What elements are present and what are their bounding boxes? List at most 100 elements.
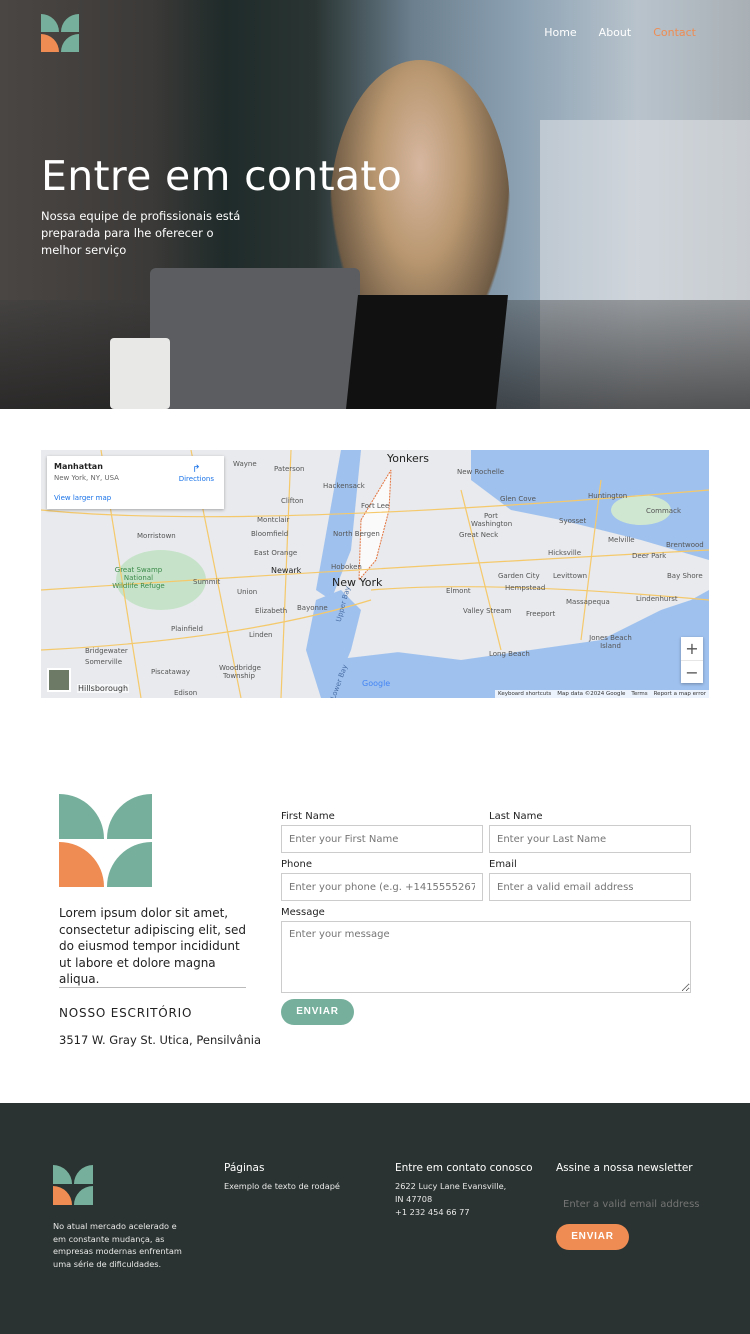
logo-shape [60, 14, 80, 33]
office-heading: NOSSO ESCRITÓRIO [59, 1006, 193, 1020]
footer: No atual mercado acelerado e em constant… [0, 1103, 750, 1334]
map-label: Melville [608, 536, 635, 544]
map-label: Summit [193, 578, 221, 586]
map-place-card: Manhattan New York, NY, USA View larger … [47, 456, 224, 509]
zoom-in-button[interactable]: + [681, 637, 703, 661]
footer-address-line1: 2622 Lucy Lane Evansville, [395, 1181, 507, 1191]
nav-contact[interactable]: Contact [653, 26, 696, 39]
hero-photo-laptop [150, 268, 360, 409]
map-embed[interactable]: Yonkers New Rochelle Paterson Wayne Hack… [41, 450, 709, 698]
map-label: East Orange [254, 549, 298, 557]
zoom-out-button[interactable]: − [681, 661, 703, 684]
map-label: Lindenhurst [636, 595, 678, 603]
map-label: Hempstead [505, 584, 546, 592]
map-label: Great Swamp National Wildlife Refuge [112, 566, 165, 590]
footer-about-text: No atual mercado acelerado e em constant… [53, 1221, 182, 1269]
map-label: Huntington [588, 492, 628, 500]
map-label: North Bergen [333, 530, 380, 538]
map-label: Levittown [553, 572, 588, 580]
first-name-input[interactable] [281, 825, 483, 853]
directions-button[interactable]: ↱ Directions [179, 464, 214, 483]
nav-about[interactable]: About [599, 26, 632, 39]
logo-shape [53, 1165, 73, 1185]
message-textarea[interactable] [281, 921, 691, 993]
map-label: Hoboken [331, 563, 362, 571]
footer-logo[interactable] [53, 1165, 93, 1205]
map-label: Bayonne [297, 604, 328, 612]
phone-input[interactable] [281, 873, 483, 901]
footer-pages-link[interactable]: Exemplo de texto de rodapé [224, 1180, 340, 1193]
map-label: Linden [249, 631, 273, 639]
map-label: New Rochelle [457, 468, 505, 476]
logo-shape [107, 794, 152, 839]
logo-shape [53, 1185, 73, 1205]
directions-icon: ↱ [192, 464, 201, 475]
map-label: Plainfield [171, 625, 203, 633]
map-label: Commack [646, 507, 681, 515]
map-label: Port Washington [471, 512, 513, 528]
newsletter-submit-button[interactable]: ENVIAR [556, 1224, 629, 1250]
map-label: Bay Shore [667, 572, 703, 580]
last-name-label: Last Name [489, 811, 543, 822]
logo[interactable] [41, 14, 80, 52]
email-label: Email [489, 859, 517, 870]
map-label: Great Neck [459, 531, 499, 539]
footer-address-line2: IN 47708 [395, 1194, 433, 1204]
map-attribution: Keyboard shortcuts Map data ©2024 Google… [494, 690, 709, 698]
logo-shape [41, 14, 60, 33]
hero-photo-screen [346, 295, 508, 409]
footer-pages-heading: Páginas [224, 1162, 265, 1174]
phone-label: Phone [281, 859, 312, 870]
logo-shape [59, 842, 104, 887]
main-nav: Home About Contact [544, 26, 696, 39]
newsletter-email-input[interactable] [556, 1193, 706, 1215]
footer-contact-heading: Entre em contato conosco [395, 1162, 533, 1174]
logo-shape [73, 1185, 93, 1205]
map-label: Deer Park [632, 552, 667, 560]
logo-shape [59, 794, 104, 839]
map-label: Jones Beach Island [589, 634, 632, 650]
page-title: Entre em contato [41, 152, 403, 200]
first-name-label: First Name [281, 811, 335, 822]
google-logo: Google [362, 679, 391, 688]
map-label: Montclair [257, 516, 290, 524]
map-zoom-controls: + − [681, 637, 703, 683]
logo-shape [41, 33, 60, 52]
map-label: Morristown [137, 532, 176, 540]
map-label: Freeport [526, 610, 556, 618]
map-label: New York [332, 576, 383, 589]
map-label: Hackensack [323, 482, 365, 490]
report-error-link[interactable]: Report a map error [654, 691, 706, 697]
map-label: Massapequa [566, 598, 610, 606]
email-input[interactable] [489, 873, 691, 901]
hero-subtitle: Nossa equipe de profissionais está prepa… [41, 209, 241, 257]
last-name-input[interactable] [489, 825, 691, 853]
office-address: 3517 W. Gray St. Utica, Pensilvânia [59, 1033, 262, 1047]
map-label: Elmont [446, 587, 471, 595]
footer-newsletter-heading: Assine a nossa newsletter [556, 1162, 693, 1174]
keyboard-shortcuts-link[interactable]: Keyboard shortcuts [498, 691, 551, 697]
map-label: Elizabeth [255, 607, 288, 615]
satellite-toggle[interactable] [47, 668, 71, 692]
terms-link[interactable]: Terms [631, 691, 647, 697]
map-label: Edison [174, 689, 198, 697]
submit-button[interactable]: ENVIAR [281, 999, 354, 1025]
directions-label: Directions [178, 475, 214, 483]
map-label: Hillsborough [77, 684, 130, 693]
map-label: Syosset [559, 517, 587, 525]
map-label: Yonkers [387, 452, 429, 465]
map-label: Clifton [281, 497, 304, 505]
hero-photo-cup [110, 338, 170, 409]
message-label: Message [281, 907, 325, 918]
map-label: Bloomfield [251, 530, 289, 538]
nav-home[interactable]: Home [544, 26, 576, 39]
map-label: Fort Lee [361, 502, 390, 510]
view-larger-map-link[interactable]: View larger map [54, 494, 217, 502]
map-data-text: Map data ©2024 Google [557, 691, 626, 697]
map-label: Somerville [85, 658, 123, 666]
map-label: Hicksville [548, 549, 582, 557]
map-label: Garden City [498, 572, 540, 580]
map-label: Valley Stream [463, 607, 512, 615]
map-label: Woodbridge Township [219, 664, 261, 680]
map-label: Brentwood [666, 541, 704, 549]
